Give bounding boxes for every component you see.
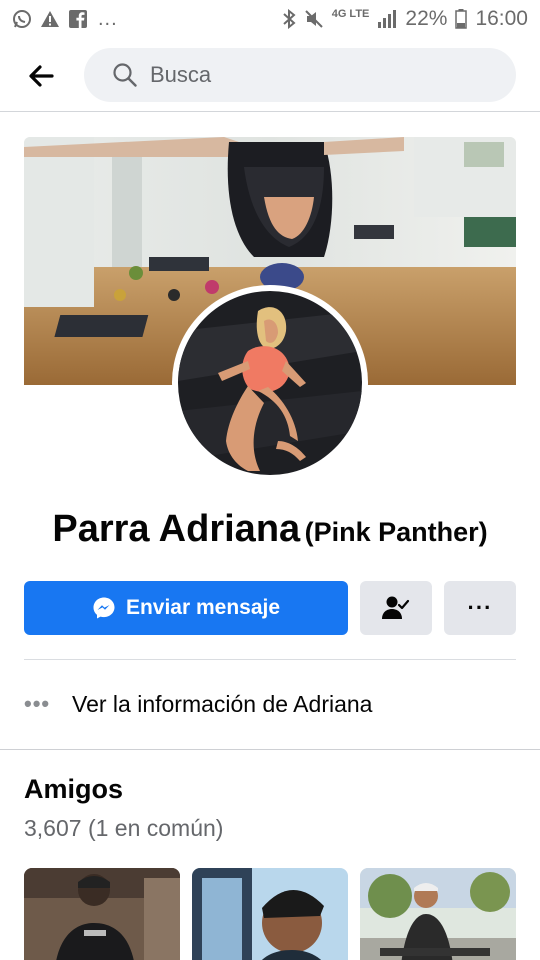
friend-photo bbox=[360, 868, 516, 960]
bluetooth-icon bbox=[282, 9, 296, 29]
messenger-icon bbox=[93, 597, 115, 619]
friends-button[interactable] bbox=[360, 581, 432, 635]
friends-check-icon bbox=[382, 596, 410, 619]
signal-icon bbox=[377, 10, 397, 28]
friend-photo bbox=[24, 868, 180, 960]
search-placeholder: Busca bbox=[150, 62, 212, 87]
clock: 16:00 bbox=[475, 7, 528, 30]
divider bbox=[24, 659, 516, 660]
search-icon bbox=[113, 63, 137, 87]
ellipsis-icon: ••• bbox=[24, 691, 51, 716]
friend-thumbnail[interactable] bbox=[24, 868, 180, 960]
send-message-label: Enviar mensaje bbox=[125, 596, 281, 619]
profile-alternate-name: (Pink Panther) bbox=[304, 517, 488, 547]
status-more-indicator: ... bbox=[98, 7, 118, 30]
network-type: 4G LTE bbox=[331, 7, 370, 20]
friend-photo bbox=[192, 868, 348, 960]
status-left: ... bbox=[12, 8, 118, 31]
back-arrow-icon bbox=[29, 65, 54, 87]
profile-name: Parra Adriana bbox=[52, 508, 301, 550]
warning-icon bbox=[40, 9, 60, 29]
search-input[interactable]: Busca bbox=[84, 48, 516, 102]
friends-count: 3,607 (1 en común) bbox=[24, 815, 224, 841]
send-message-button[interactable]: Enviar mensaje bbox=[24, 581, 348, 635]
friend-thumbnail[interactable] bbox=[192, 868, 348, 960]
friends-section-title: Amigos bbox=[24, 774, 124, 804]
see-info-link[interactable]: ••• Ver la información de Adriana bbox=[24, 678, 516, 730]
whatsapp-icon bbox=[12, 9, 32, 29]
avatar[interactable] bbox=[172, 285, 368, 481]
facebook-icon bbox=[68, 9, 88, 29]
profile-picture bbox=[178, 291, 362, 475]
profile-picture-image bbox=[178, 291, 362, 475]
back-button[interactable] bbox=[24, 59, 58, 93]
section-separator bbox=[0, 749, 540, 750]
search-header: Busca bbox=[0, 38, 540, 112]
more-options-button[interactable]: ··· bbox=[444, 581, 516, 635]
mute-icon bbox=[304, 9, 324, 29]
more-options-icon: ··· bbox=[467, 595, 493, 620]
battery-icon bbox=[455, 9, 468, 29]
see-info-label: Ver la información de Adriana bbox=[72, 690, 373, 717]
profile-name-heading: Parra Adriana (Pink Panther) bbox=[0, 508, 540, 551]
status-right: 4G LTE 22% 16:00 bbox=[282, 7, 528, 31]
friend-thumbnail[interactable] bbox=[360, 868, 516, 960]
battery-percent: 22% bbox=[405, 7, 448, 30]
status-bar: ... 4G LTE 22% 16:00 bbox=[0, 0, 540, 38]
